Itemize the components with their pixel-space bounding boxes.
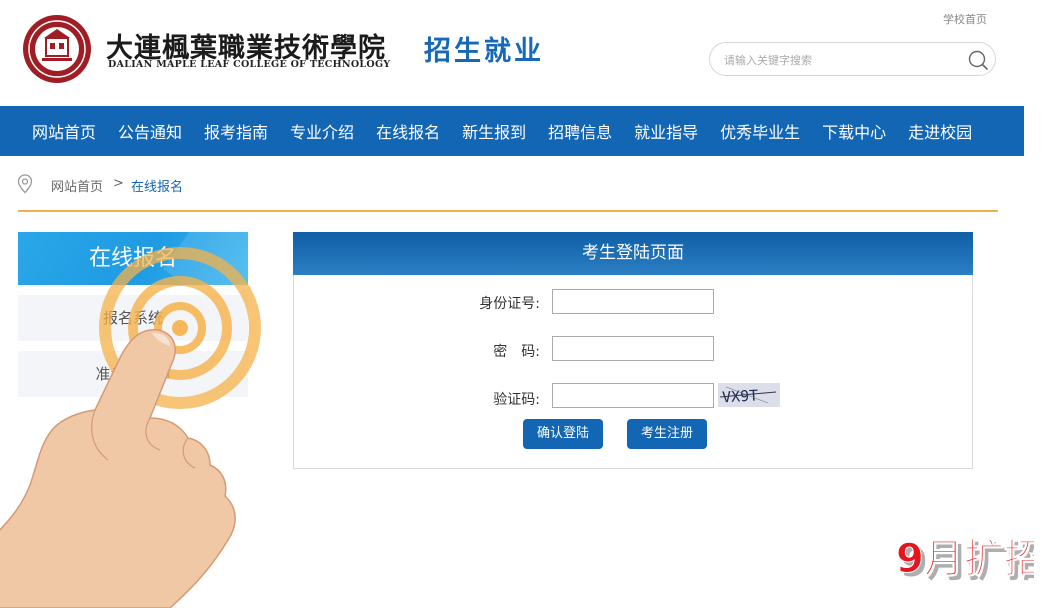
confirm-login-button[interactable]: 确认登陆 [523, 419, 603, 449]
promo-stamp-text: 9月扩招 [896, 536, 1034, 582]
location-pin-icon [17, 174, 33, 194]
nav-item-online-registration[interactable]: 在线报名 [365, 119, 451, 143]
breadcrumb-home[interactable]: 网站首页 [51, 176, 103, 195]
main-nav: 网站首页 公告通知 报考指南 专业介绍 在线报名 新生报到 招聘信息 就业指导 … [0, 106, 1024, 156]
school-home-link[interactable]: 学校首页 [943, 11, 987, 27]
nav-item-downloads[interactable]: 下载中心 [811, 119, 897, 143]
breadcrumb-separator: > [113, 176, 124, 191]
captcha-label: 验证码: [493, 392, 540, 408]
nav-item-majors[interactable]: 专业介绍 [279, 119, 365, 143]
login-panel: 考生登陆页面 身份证号: 密 码: 验证码: VX9T 确认登陆 考生注册 [293, 232, 973, 469]
site-header: 大連楓葉職業技術學院 DALIAN MAPLE LEAF COLLEGE OF … [0, 0, 1024, 106]
nav-item-notices[interactable]: 公告通知 [107, 119, 193, 143]
college-seal-logo[interactable] [22, 14, 92, 84]
search-icon[interactable] [967, 49, 989, 71]
department-title: 招生就业 [424, 36, 544, 67]
id-number-input[interactable] [552, 289, 714, 314]
password-label: 密 码: [493, 344, 540, 360]
nav-list: 网站首页 公告通知 报考指南 专业介绍 在线报名 新生报到 招聘信息 就业指导 … [0, 106, 1024, 156]
register-button[interactable]: 考生注册 [627, 419, 707, 449]
search-box [709, 42, 996, 76]
nav-item-freshman-checkin[interactable]: 新生报到 [451, 119, 537, 143]
sidebar-title: 在线报名 [18, 232, 248, 285]
nav-item-career-guidance[interactable]: 就业指导 [623, 119, 709, 143]
search-input[interactable] [724, 51, 954, 69]
captcha-graphic: VX9T [719, 386, 777, 406]
id-number-label: 身份证号: [479, 296, 540, 312]
promo-stamp: 9月扩招 9月扩招 [896, 536, 1035, 587]
sidebar-item-admission-ticket[interactable]: 准考证打印 [18, 351, 248, 397]
login-panel-title: 考生登陆页面 [293, 232, 973, 275]
breadcrumb-divider [18, 210, 998, 212]
nav-item-recruitment[interactable]: 招聘信息 [537, 119, 623, 143]
captcha-image[interactable]: VX9T [718, 383, 780, 407]
nav-item-campus[interactable]: 走进校园 [897, 119, 983, 143]
sidebar-item-registration-system[interactable]: 报名系统 [18, 295, 248, 341]
school-name-en: DALIAN MAPLE LEAF COLLEGE OF TECHNOLOGY [108, 59, 391, 70]
captcha-input[interactable] [552, 383, 714, 408]
nav-item-admission-guide[interactable]: 报考指南 [193, 119, 279, 143]
nav-item-outstanding-graduates[interactable]: 优秀毕业生 [709, 119, 811, 143]
nav-item-home[interactable]: 网站首页 [21, 119, 107, 143]
breadcrumb-current: 在线报名 [131, 180, 184, 195]
password-input[interactable] [552, 336, 714, 361]
